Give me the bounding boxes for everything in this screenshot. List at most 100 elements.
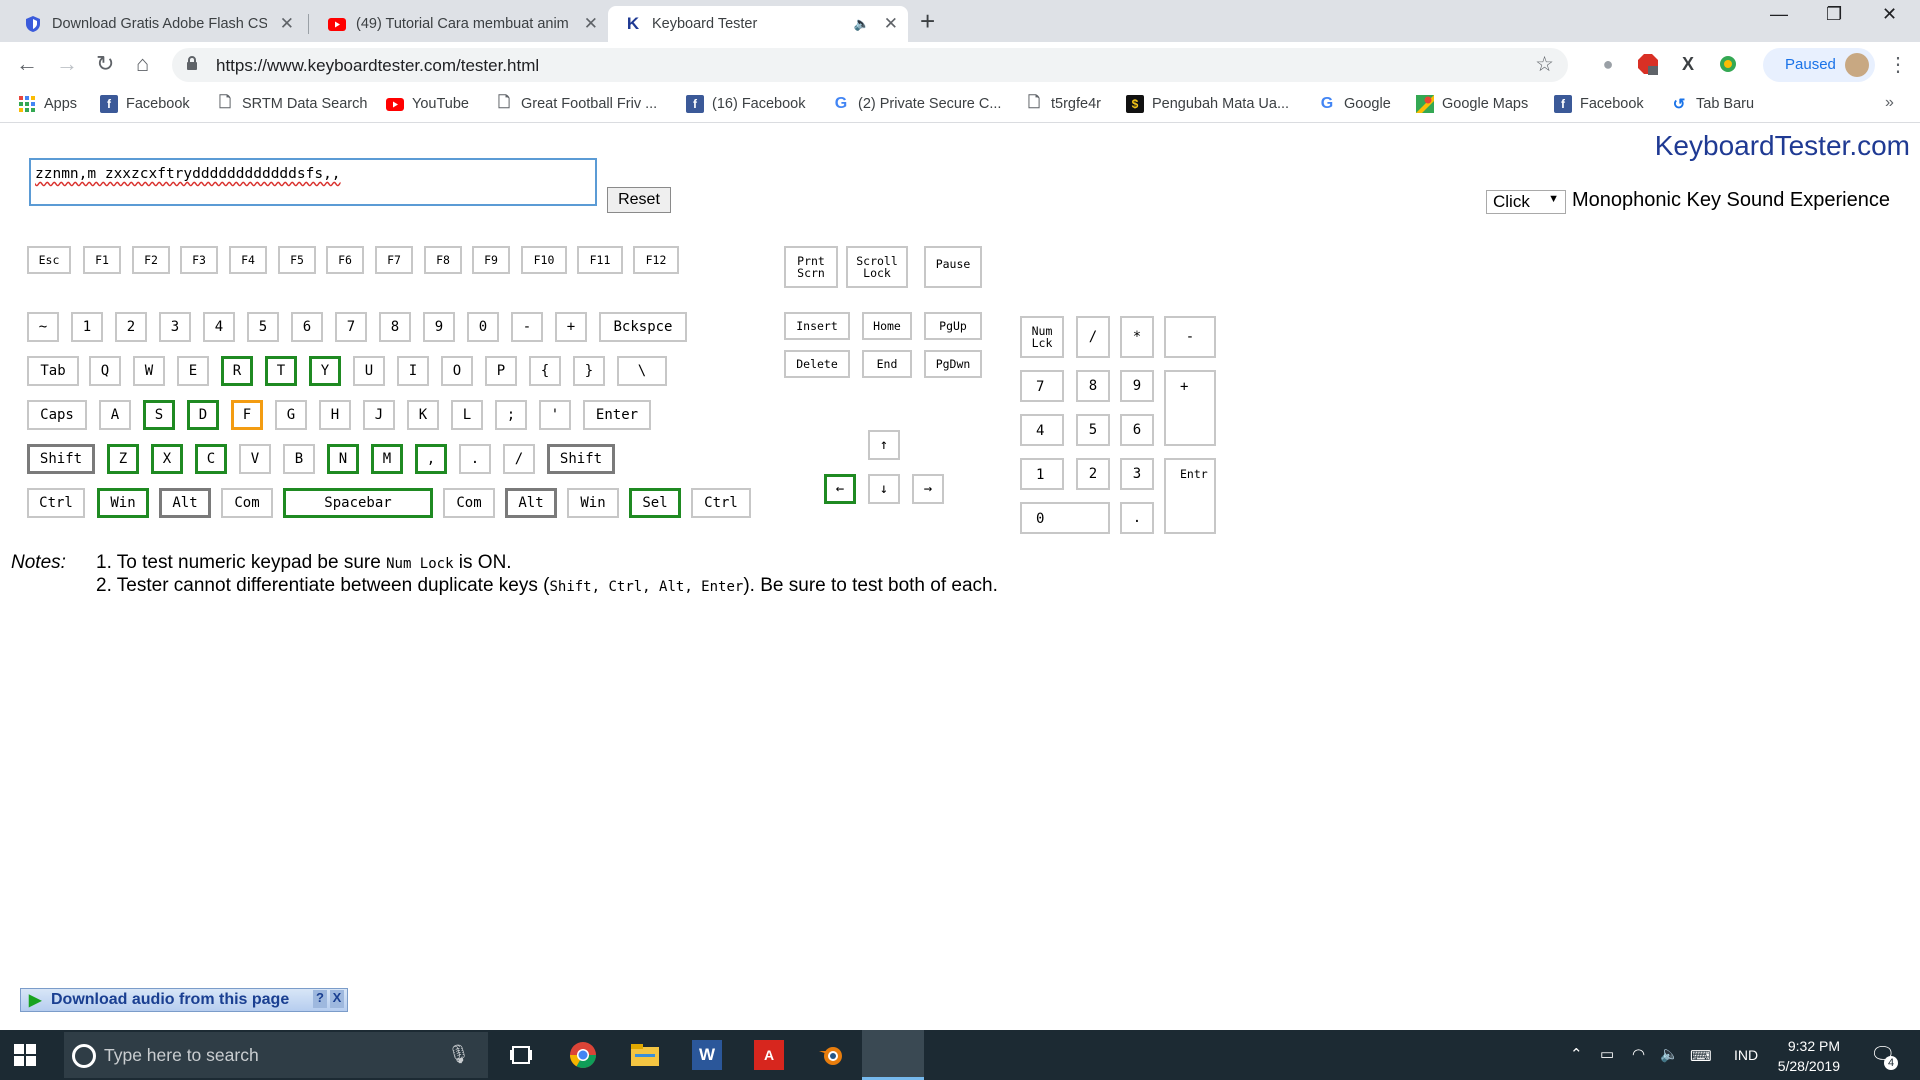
key-num-1[interactable]: 1 <box>1020 458 1064 490</box>
bookmark-tab-baru[interactable]: ↺ Tab Baru <box>1670 95 1754 113</box>
minimize-button[interactable]: — <box>1770 4 1788 25</box>
key-o[interactable]: O <box>441 356 473 386</box>
key-num-8[interactable]: 8 <box>1076 370 1110 402</box>
key-esc[interactable]: Esc <box>27 246 71 274</box>
key-f1[interactable]: F1 <box>83 246 121 274</box>
close-icon[interactable]: X <box>330 990 344 1008</box>
site-logo[interactable]: KeyboardTester.com <box>1655 130 1910 162</box>
key-pgdn[interactable]: PgDwn <box>924 350 982 378</box>
key-num-5[interactable]: 5 <box>1076 414 1110 446</box>
close-icon[interactable]: ✕ <box>584 14 598 34</box>
bookmark-football[interactable]: 🗋 Great Football Friv ... <box>495 94 657 113</box>
close-window-button[interactable]: ✕ <box>1882 4 1897 25</box>
adblock-extension-icon[interactable] <box>1636 52 1660 76</box>
key-f4[interactable]: F4 <box>229 246 267 274</box>
address-bar[interactable]: https://www.keyboardtester.com/tester.ht… <box>172 48 1568 82</box>
key-f2[interactable]: F2 <box>132 246 170 274</box>
bookmark-srtm[interactable]: 🗋 SRTM Data Search <box>216 94 367 113</box>
key-print-screen[interactable]: Prnt Scrn <box>784 246 838 288</box>
word-icon[interactable]: W <box>692 1040 722 1070</box>
language-indicator[interactable]: IND <box>1734 1047 1758 1063</box>
key-sel[interactable]: Sel <box>629 488 681 518</box>
key-e[interactable]: E <box>177 356 209 386</box>
key-num-0[interactable]: 0 <box>1020 502 1110 534</box>
key-x[interactable]: X <box>151 444 183 474</box>
key-8[interactable]: 8 <box>379 312 411 342</box>
tab-adobe-flash[interactable]: Download Gratis Adobe Flash CS ✕ <box>8 6 304 42</box>
volume-icon[interactable]: 🔈 <box>1660 1045 1679 1063</box>
chevron-up-icon[interactable]: ⌃ <box>1570 1045 1583 1063</box>
key-u[interactable]: U <box>353 356 385 386</box>
globe-extension-icon[interactable]: ● <box>1596 52 1620 76</box>
key-spacebar[interactable]: Spacebar <box>283 488 433 518</box>
key-j[interactable]: J <box>363 400 395 430</box>
key-tilde[interactable]: ~ <box>27 312 59 342</box>
home-icon[interactable]: ⌂ <box>136 51 149 77</box>
keyboard-icon[interactable]: ⌨ <box>1690 1047 1712 1065</box>
key-1[interactable]: 1 <box>71 312 103 342</box>
key-0[interactable]: 0 <box>467 312 499 342</box>
key-f7[interactable]: F7 <box>375 246 413 274</box>
key-com-left[interactable]: Com <box>221 488 273 518</box>
key-num-divide[interactable]: / <box>1076 316 1110 358</box>
key-g[interactable]: G <box>275 400 307 430</box>
key-end[interactable]: End <box>862 350 912 378</box>
key-open-brace[interactable]: { <box>529 356 561 386</box>
colorful-extension-icon[interactable] <box>1716 52 1740 76</box>
key-num-2[interactable]: 2 <box>1076 458 1110 490</box>
key-c[interactable]: C <box>195 444 227 474</box>
key-win-left[interactable]: Win <box>97 488 149 518</box>
key-2[interactable]: 2 <box>115 312 147 342</box>
key-alt-right[interactable]: Alt <box>505 488 557 518</box>
tab-youtube-tutorial[interactable]: (49) Tutorial Cara membuat anim ✕ <box>312 6 608 42</box>
more-menu-icon[interactable]: ⋮ <box>1888 52 1908 77</box>
key-arrow-left[interactable]: ← <box>824 474 856 504</box>
bookmark-apps[interactable]: Apps <box>18 95 77 113</box>
key-num-plus[interactable]: + <box>1164 370 1216 446</box>
key-s[interactable]: S <box>143 400 175 430</box>
key-plus[interactable]: + <box>555 312 587 342</box>
key-a[interactable]: A <box>99 400 131 430</box>
key-minus[interactable]: - <box>511 312 543 342</box>
bookmark-facebook-2[interactable]: f Facebook <box>1554 95 1644 113</box>
key-d[interactable]: D <box>187 400 219 430</box>
key-win-right[interactable]: Win <box>567 488 619 518</box>
key-num-7[interactable]: 7 <box>1020 370 1064 402</box>
key-shift-right[interactable]: Shift <box>547 444 615 474</box>
key-h[interactable]: H <box>319 400 351 430</box>
chrome-icon[interactable] <box>568 1040 598 1070</box>
key-b[interactable]: B <box>283 444 315 474</box>
taskbar-search[interactable]: Type here to search 🎙 <box>64 1032 488 1078</box>
key-f5[interactable]: F5 <box>278 246 316 274</box>
bookmark-google-maps[interactable]: Google Maps <box>1416 95 1528 113</box>
key-enter[interactable]: Enter <box>583 400 651 430</box>
reset-button[interactable]: Reset <box>607 187 671 213</box>
key-tab[interactable]: Tab <box>27 356 79 386</box>
key-shift-left[interactable]: Shift <box>27 444 95 474</box>
key-ctrl-right[interactable]: Ctrl <box>691 488 751 518</box>
key-i[interactable]: I <box>397 356 429 386</box>
back-icon[interactable]: ← <box>16 51 38 77</box>
bookmark-facebook[interactable]: f Facebook <box>100 95 190 113</box>
key-num-3[interactable]: 3 <box>1120 458 1154 490</box>
close-icon[interactable]: ✕ <box>884 14 898 34</box>
key-arrow-down[interactable]: ↓ <box>868 474 900 504</box>
key-arrow-up[interactable]: ↑ <box>868 430 900 460</box>
key-f[interactable]: F <box>231 400 263 430</box>
key-semicolon[interactable]: ; <box>495 400 527 430</box>
key-r[interactable]: R <box>221 356 253 386</box>
key-n[interactable]: N <box>327 444 359 474</box>
x-extension-icon[interactable]: X <box>1676 52 1700 76</box>
key-6[interactable]: 6 <box>291 312 323 342</box>
new-tab-button[interactable]: + <box>920 6 935 37</box>
key-comma[interactable]: , <box>415 444 447 474</box>
key-k[interactable]: K <box>407 400 439 430</box>
key-9[interactable]: 9 <box>423 312 455 342</box>
key-5[interactable]: 5 <box>247 312 279 342</box>
key-home[interactable]: Home <box>862 312 912 340</box>
key-p[interactable]: P <box>485 356 517 386</box>
key-num-enter[interactable]: Entr <box>1164 458 1216 534</box>
reload-icon[interactable]: ↻ <box>96 51 114 77</box>
clock[interactable]: 9:32 PM 5/28/2019 <box>1760 1036 1840 1076</box>
help-icon[interactable]: ? <box>313 990 327 1008</box>
